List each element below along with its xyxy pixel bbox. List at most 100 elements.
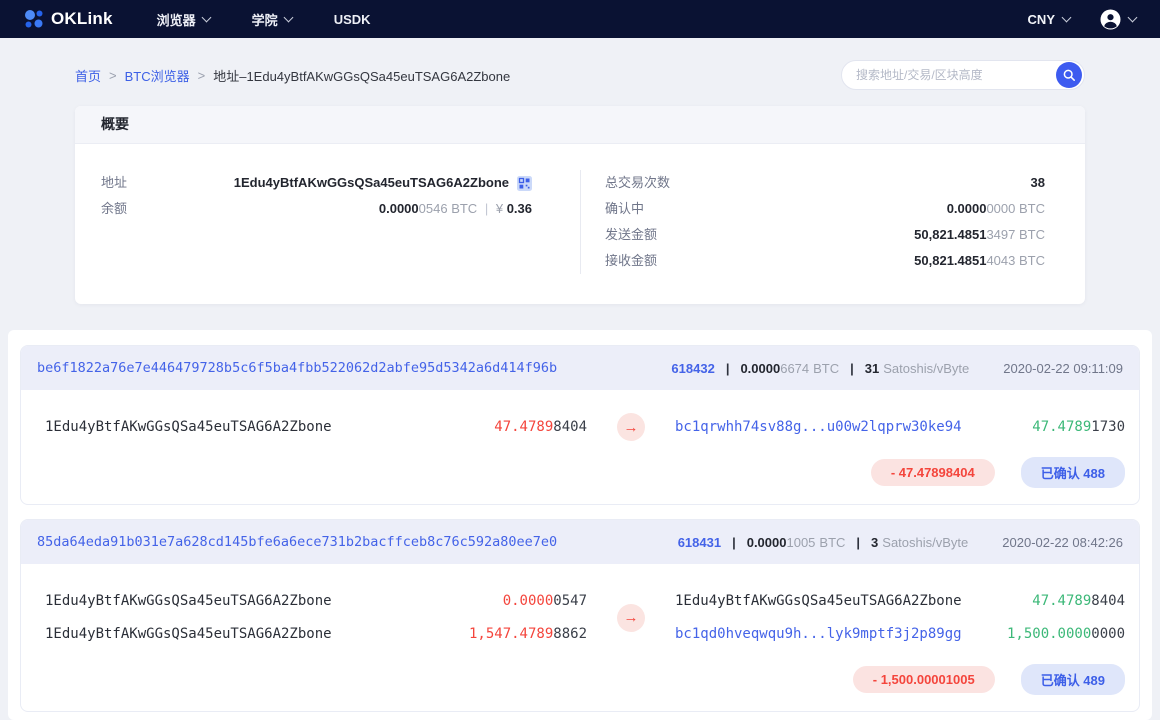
block-height-link[interactable]: 618431: [678, 535, 721, 550]
transaction-timestamp: 2020-02-22 08:42:26: [1002, 535, 1123, 550]
summary-left-column: 地址 1Edu4yBtfAKwGGsQSa45euTSAG6A2Zbone: [75, 170, 580, 274]
breadcrumb: 首页 > BTC浏览器 > 地址–1Edu4yBtfAKwGGsQSa45euT…: [75, 66, 510, 85]
transaction-card: 85da64eda91b031e7a628cd145bfe6a6ece731b2…: [20, 519, 1140, 712]
amount-value: 1,500.00000000: [1007, 619, 1125, 649]
amount-value: 47.47891730: [1032, 412, 1125, 442]
tx-count-row: 总交易次数 38: [605, 170, 1045, 196]
address-link[interactable]: bc1qd0hveqwqu9h...lyk9mptf3j2p89gg: [675, 619, 962, 649]
address-row: 地址 1Edu4yBtfAKwGGsQSa45euTSAG6A2Zbone: [101, 170, 532, 196]
badge-row: - 47.47898404 已确认 488: [45, 457, 1125, 488]
chevron-down-icon: [201, 12, 211, 22]
nav-item-academy[interactable]: 学院: [252, 10, 292, 29]
amount-value: 1,547.47898862: [469, 619, 587, 649]
transaction-header: be6f1822a76e7e446479728b5c6f5ba4fbb52206…: [21, 346, 1139, 390]
transaction-hash-link[interactable]: be6f1822a76e7e446479728b5c6f5ba4fbb52206…: [37, 360, 671, 376]
address-value: 1Edu4yBtfAKwGGsQSa45euTSAG6A2Zbone: [234, 170, 509, 196]
amount-value: 47.47898404: [1032, 586, 1125, 616]
summary-title: 概要: [75, 106, 1085, 144]
transaction-card: be6f1822a76e7e446479728b5c6f5ba4fbb52206…: [20, 345, 1140, 505]
received-value: 50,821.48514043 BTC: [914, 248, 1045, 274]
balance-row: 余额 0.00000546 BTC | ¥ 0.36: [101, 196, 532, 222]
transaction-body: 1Edu4yBtfAKwGGsQSa45euTSAG6A2Zbone 47.47…: [21, 390, 1139, 504]
nav-item-label: 浏览器: [157, 10, 196, 29]
net-change-badge: - 47.47898404: [871, 459, 995, 486]
chevron-down-icon: [283, 12, 293, 22]
logo-text: OKLink: [51, 9, 113, 29]
summary-card: 概要 地址 1Edu4yBtfAKwGGsQSa45euTSAG6A2Zbone: [75, 106, 1085, 304]
address-text: 1Edu4yBtfAKwGGsQSa45euTSAG6A2Zbone: [45, 412, 332, 442]
nav-item-usdk[interactable]: USDK: [334, 12, 371, 27]
navbar-right: CNY: [1028, 9, 1136, 30]
tx-count-value: 38: [1031, 170, 1045, 196]
amount-value: 0.00000547: [503, 586, 587, 616]
separator: |: [839, 361, 865, 376]
user-avatar-icon: [1100, 9, 1121, 30]
address-label: 地址: [101, 170, 127, 196]
inputs-outputs: 1Edu4yBtfAKwGGsQSa45euTSAG6A2Zbone 47.47…: [45, 412, 1125, 442]
search-box: [841, 60, 1085, 90]
address-text: 1Edu4yBtfAKwGGsQSa45euTSAG6A2Zbone: [45, 586, 332, 616]
qr-code-icon[interactable]: [517, 176, 532, 191]
separator: |: [845, 535, 871, 550]
transaction-timestamp: 2020-02-22 09:11:09: [1003, 361, 1123, 376]
currency-label: CNY: [1028, 12, 1055, 27]
transaction-fee: 0.00001005BTC: [747, 535, 846, 550]
fee-rate: 31Satoshis/vByte: [865, 361, 969, 376]
account-menu[interactable]: [1100, 9, 1136, 30]
search-input[interactable]: [856, 68, 1056, 82]
breadcrumb-home-link[interactable]: 首页: [75, 66, 101, 85]
sent-label: 发送金额: [605, 222, 657, 248]
badge-row: - 1,500.00001005 已确认 489: [45, 664, 1125, 695]
fee-rate: 3Satoshis/vByte: [871, 535, 968, 550]
io-line: 1Edu4yBtfAKwGGsQSa45euTSAG6A2Zbone 0.000…: [45, 586, 587, 616]
outputs-column: 1Edu4yBtfAKwGGsQSa45euTSAG6A2Zbone 47.47…: [675, 586, 1125, 649]
summary-body: 地址 1Edu4yBtfAKwGGsQSa45euTSAG6A2Zbone: [75, 144, 1085, 304]
top-navbar: OKLink 浏览器 学院 USDK CNY: [0, 0, 1160, 38]
nav-item-explorer[interactable]: 浏览器: [157, 10, 210, 29]
io-line: 1Edu4yBtfAKwGGsQSa45euTSAG6A2Zbone 47.47…: [45, 412, 587, 442]
chevron-down-icon: [1128, 12, 1138, 22]
arrow-wrap: →: [587, 586, 675, 649]
io-line: 1Edu4yBtfAKwGGsQSa45euTSAG6A2Zbone 47.47…: [675, 586, 1125, 616]
breadcrumb-separator: >: [109, 68, 117, 83]
main-nav: 浏览器 学院 USDK: [157, 10, 371, 29]
search-button[interactable]: [1056, 62, 1082, 88]
received-label: 接收金额: [605, 248, 657, 274]
breadcrumb-explorer-link[interactable]: BTC浏览器: [125, 66, 190, 85]
confirming-label: 确认中: [605, 196, 644, 222]
address-text: 1Edu4yBtfAKwGGsQSa45euTSAG6A2Zbone: [675, 586, 962, 616]
address-text: 1Edu4yBtfAKwGGsQSa45euTSAG6A2Zbone: [45, 619, 332, 649]
transaction-fee: 0.00006674BTC: [740, 361, 839, 376]
net-change-badge: - 1,500.00001005: [853, 666, 995, 693]
transaction-meta: 618432 | 0.00006674BTC | 31Satoshis/vByt…: [671, 361, 969, 376]
oklink-logo-icon: [24, 9, 44, 29]
balance-value: 0.00000546 BTC | ¥ 0.36: [379, 196, 532, 222]
breadcrumb-current: 地址–1Edu4yBtfAKwGGsQSa45euTSAG6A2Zbone: [213, 66, 510, 85]
search-icon: [1062, 68, 1076, 82]
nav-item-label: USDK: [334, 12, 371, 27]
transaction-hash-link[interactable]: 85da64eda91b031e7a628cd145bfe6a6ece731b2…: [37, 534, 678, 550]
io-line: 1Edu4yBtfAKwGGsQSa45euTSAG6A2Zbone 1,547…: [45, 619, 587, 649]
transaction-header: 85da64eda91b031e7a628cd145bfe6a6ece731b2…: [21, 520, 1139, 564]
amount-value: 47.47898404: [494, 412, 587, 442]
arrow-right-icon: →: [617, 604, 645, 632]
oklink-logo[interactable]: OKLink: [24, 9, 113, 29]
chevron-down-icon: [1062, 12, 1072, 22]
transaction-body: 1Edu4yBtfAKwGGsQSa45euTSAG6A2Zbone 0.000…: [21, 564, 1139, 711]
breadcrumb-row: 首页 > BTC浏览器 > 地址–1Edu4yBtfAKwGGsQSa45euT…: [75, 38, 1085, 90]
breadcrumb-separator: >: [198, 68, 206, 83]
transaction-meta: 618431 | 0.00001005BTC | 3Satoshis/vByte: [678, 535, 969, 550]
nav-item-label: 学院: [252, 10, 278, 29]
inputs-column: 1Edu4yBtfAKwGGsQSa45euTSAG6A2Zbone 47.47…: [45, 412, 587, 442]
received-row: 接收金额 50,821.48514043 BTC: [605, 248, 1045, 274]
inputs-outputs: 1Edu4yBtfAKwGGsQSa45euTSAG6A2Zbone 0.000…: [45, 586, 1125, 649]
io-line: bc1qd0hveqwqu9h...lyk9mptf3j2p89gg 1,500…: [675, 619, 1125, 649]
transactions-section: be6f1822a76e7e446479728b5c6f5ba4fbb52206…: [8, 330, 1152, 720]
io-line: bc1qrwhh74sv88g...u00w2lqprw30ke94 47.47…: [675, 412, 1125, 442]
currency-selector[interactable]: CNY: [1028, 12, 1070, 27]
confirming-value: 0.00000000 BTC: [947, 196, 1045, 222]
separator: |: [715, 361, 741, 376]
block-height-link[interactable]: 618432: [671, 361, 714, 376]
address-link[interactable]: bc1qrwhh74sv88g...u00w2lqprw30ke94: [675, 412, 962, 442]
summary-right-column: 总交易次数 38 确认中 0.00000000 BTC 发送金额 50,821.…: [581, 170, 1085, 274]
